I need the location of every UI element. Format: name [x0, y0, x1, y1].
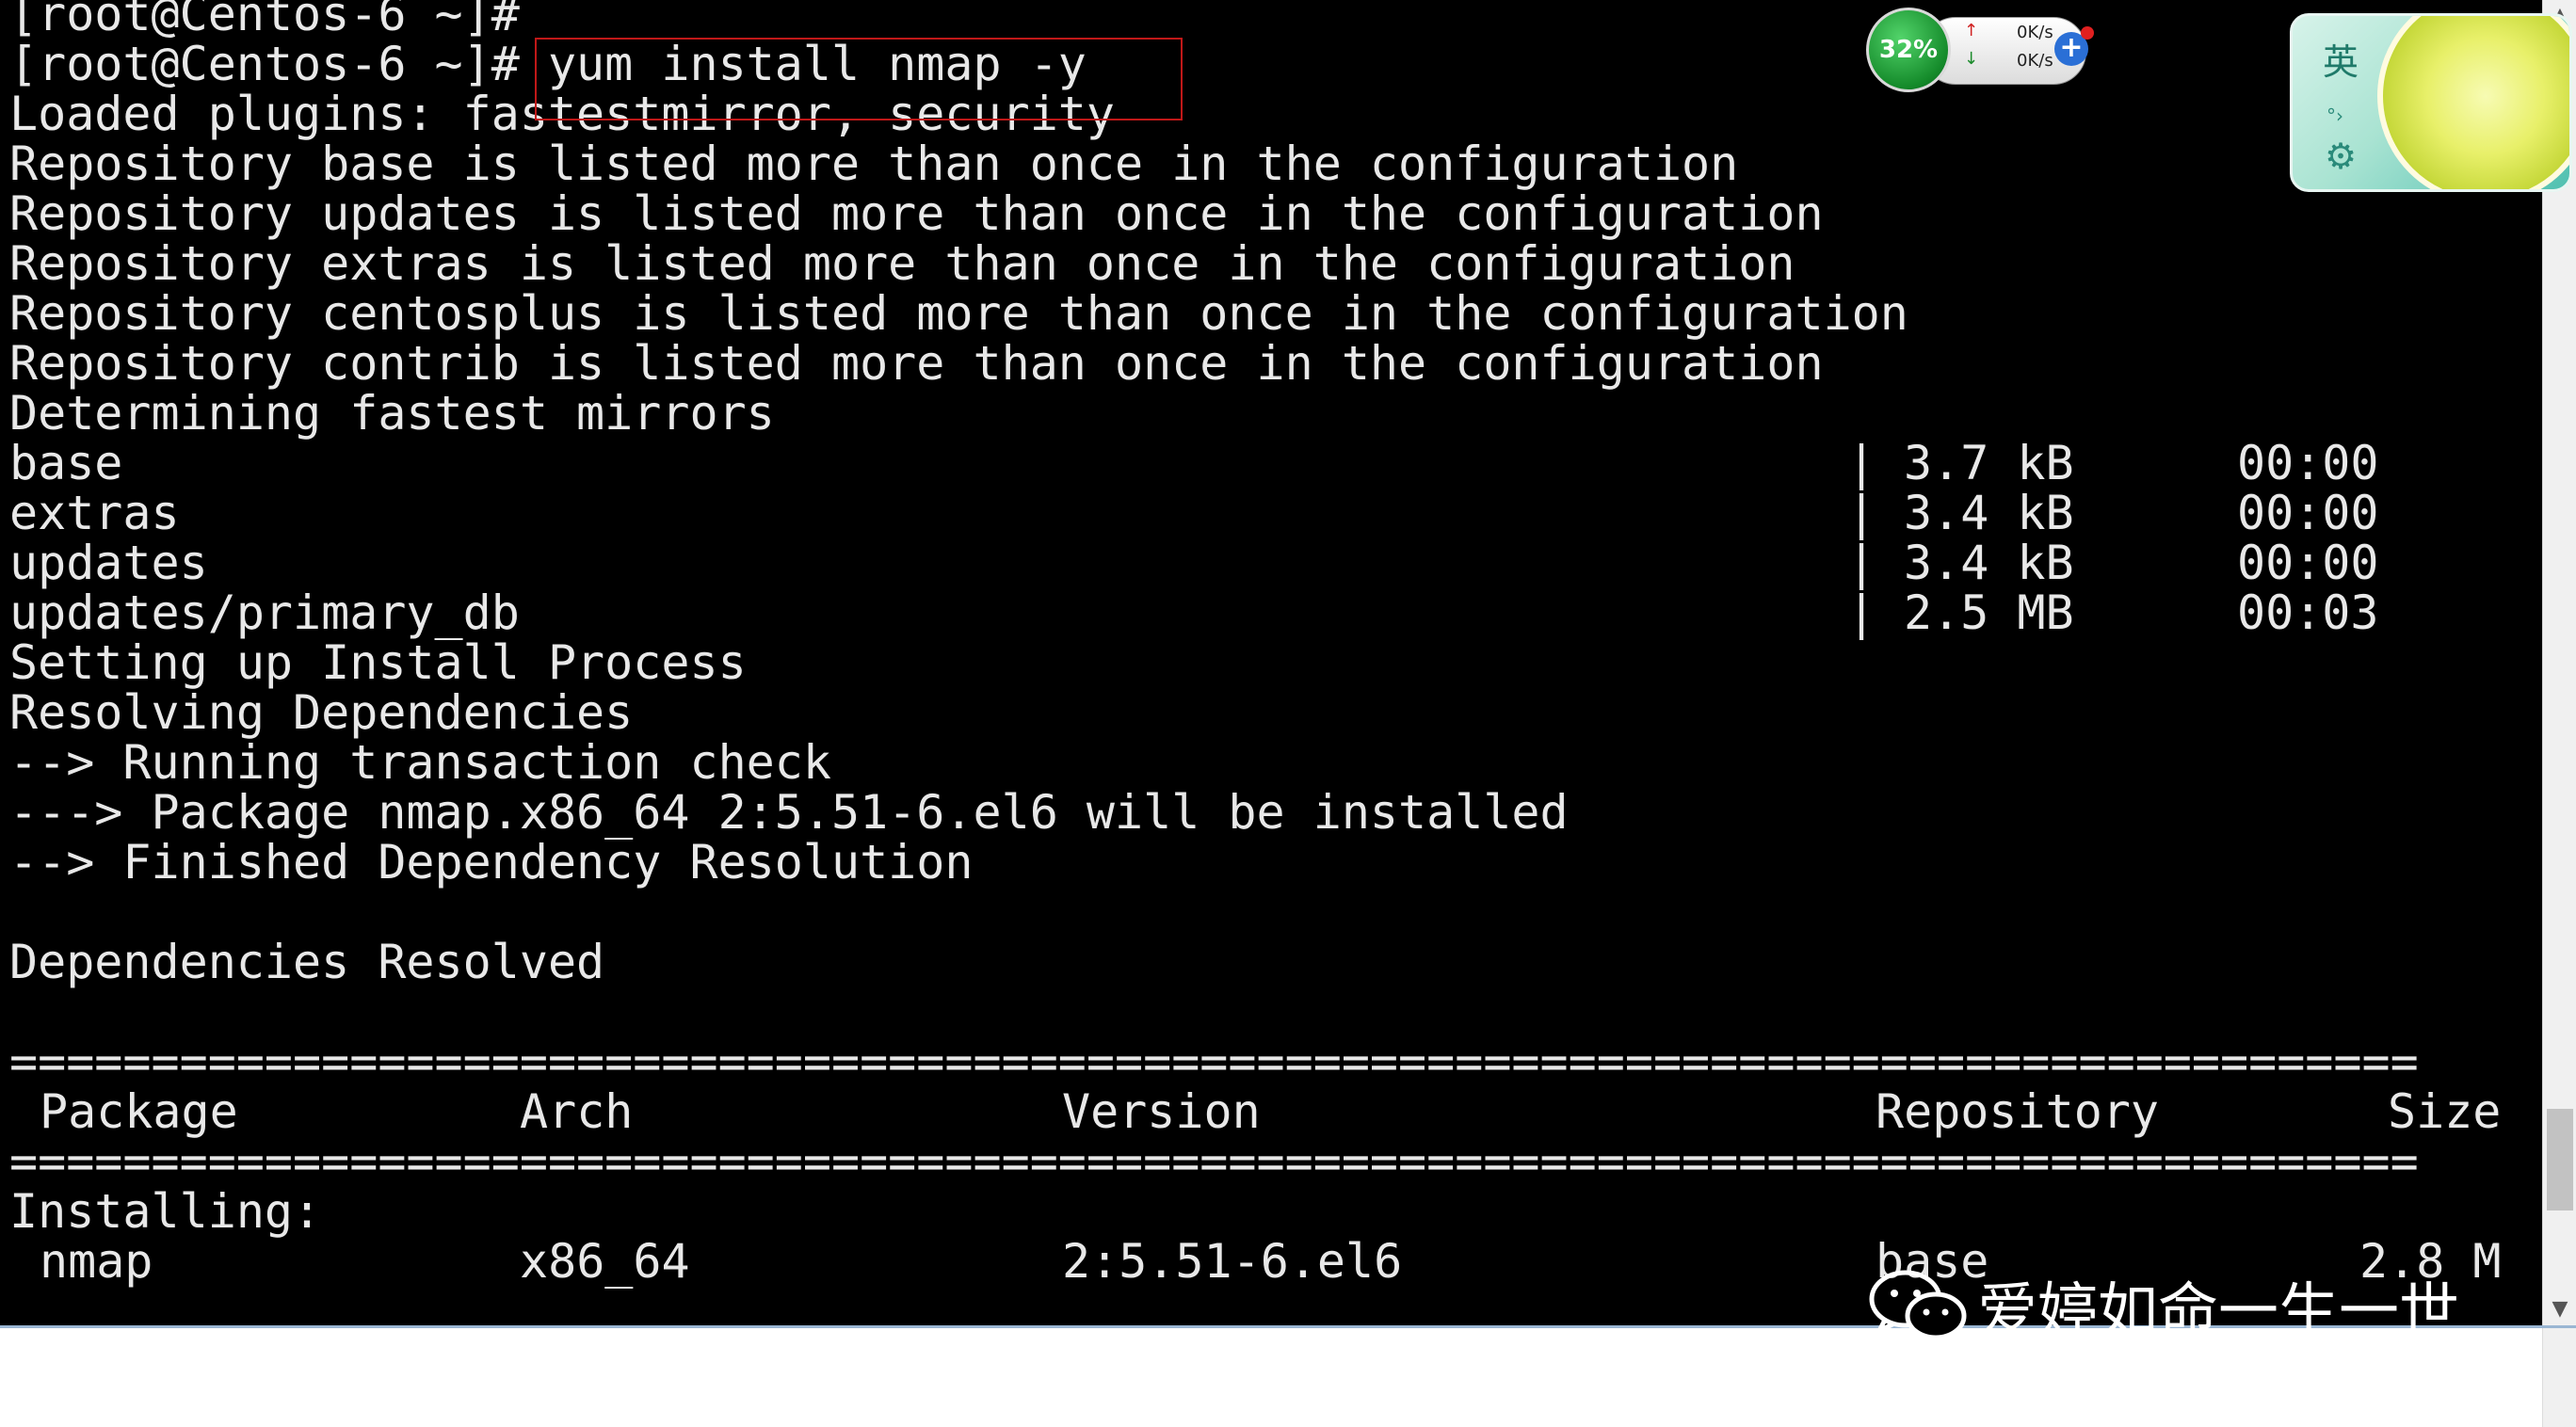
scrollbar-thumb[interactable] — [2547, 1109, 2573, 1211]
wechat-watermark: 爱婷如命一生一世 — [1868, 1269, 2459, 1348]
lemon-image — [2377, 16, 2569, 189]
table-header-version: Version — [1062, 1084, 1261, 1139]
download-sep: | — [1847, 536, 1876, 590]
terminal-line-installing: Installing: — [9, 1184, 322, 1239]
terminal-line: Repository centosplus is listed more tha… — [9, 286, 1908, 341]
terminal-line: [root@Centos-6 ~]# — [9, 0, 520, 41]
download-time: 00:00 — [2237, 436, 2379, 490]
table-cell-arch: x86_64 — [520, 1234, 690, 1289]
table-header-package: Package — [40, 1084, 238, 1139]
table-header-repository: Repository — [1876, 1084, 2160, 1139]
terminal-line: --> Finished Dependency Resolution — [9, 835, 974, 890]
download-speed: 0K/s — [2017, 51, 2053, 71]
download-sep: | — [1847, 436, 1876, 490]
table-separator: ========================================… — [9, 1034, 2419, 1089]
table-cell-version: 2:5.51-6.el6 — [1062, 1234, 1403, 1289]
wechat-icon — [1868, 1269, 1970, 1348]
download-time: 00:00 — [2237, 486, 2379, 540]
watermark-text: 爱婷如命一生一世 — [1977, 1277, 2459, 1347]
table-header-size: Size — [2388, 1084, 2502, 1139]
terminal-line: Dependencies Resolved — [9, 935, 605, 989]
terminal-line: Repository extras is listed more than on… — [9, 236, 1795, 291]
notification-dot-icon — [2081, 26, 2094, 40]
ime-language-toggle[interactable]: 英 — [2315, 37, 2366, 88]
table-header-arch: Arch — [520, 1084, 634, 1139]
upload-arrow-icon: ↑ — [1964, 21, 1979, 40]
cpu-usage-circle[interactable]: 32% — [1866, 8, 1951, 92]
gear-icon[interactable]: ⚙ — [2317, 133, 2364, 180]
terminal-line: Resolving Dependencies — [9, 685, 634, 740]
download-size: 3.4 kB — [1904, 536, 2074, 590]
terminal-line: Repository updates is listed more than o… — [9, 186, 1824, 241]
download-size: 2.5 MB — [1904, 585, 2074, 640]
terminal-line-repo-updates: updates — [9, 536, 208, 590]
terminal-output[interactable]: [root@Centos-6 ~]# [root@Centos-6 ~]# yu… — [0, 0, 2542, 1325]
terminal-line: --> Running transaction check — [9, 735, 831, 790]
terminal-line: Repository base is listed more than once… — [9, 136, 1739, 191]
terminal-line: Determining fastest mirrors — [9, 386, 775, 441]
terminal-line-repo-primary-db: updates/primary_db — [9, 585, 520, 640]
download-time: 00:00 — [2237, 536, 2379, 590]
download-arrow-icon: ↓ — [1964, 49, 1979, 69]
download-time: 00:03 — [2237, 585, 2379, 640]
terminal-line: ---> Package nmap.x86_64 2:5.51-6.el6 wi… — [9, 785, 1569, 840]
command-highlight-box — [535, 38, 1183, 120]
terminal-line: Repository contrib is listed more than o… — [9, 336, 1824, 391]
table-cell-package: nmap — [40, 1234, 153, 1289]
ime-skin-panel[interactable]: 英 °› ⚙ — [2290, 13, 2572, 192]
download-size: 3.4 kB — [1904, 486, 2074, 540]
download-sep: | — [1847, 585, 1876, 640]
terminal-line-repo-extras: extras — [9, 486, 180, 540]
terminal-line-repo-base: base — [9, 436, 123, 490]
vertical-scrollbar[interactable]: ▲ ▼ — [2542, 0, 2576, 1325]
download-size: 3.7 kB — [1904, 436, 2074, 490]
input-pane-scrollbar[interactable] — [2542, 1328, 2576, 1427]
ime-punctuation-icon[interactable]: °› — [2326, 104, 2343, 127]
terminal-line: Setting up Install Process — [9, 635, 747, 690]
table-separator: ========================================… — [9, 1134, 2419, 1189]
network-monitor-widget[interactable]: ↑ 0K/s ↓ 0K/s + 32% — [1866, 8, 2105, 92]
download-sep: | — [1847, 486, 1876, 540]
scroll-down-arrow-icon[interactable]: ▼ — [2543, 1293, 2576, 1325]
upload-speed: 0K/s — [2017, 23, 2053, 42]
